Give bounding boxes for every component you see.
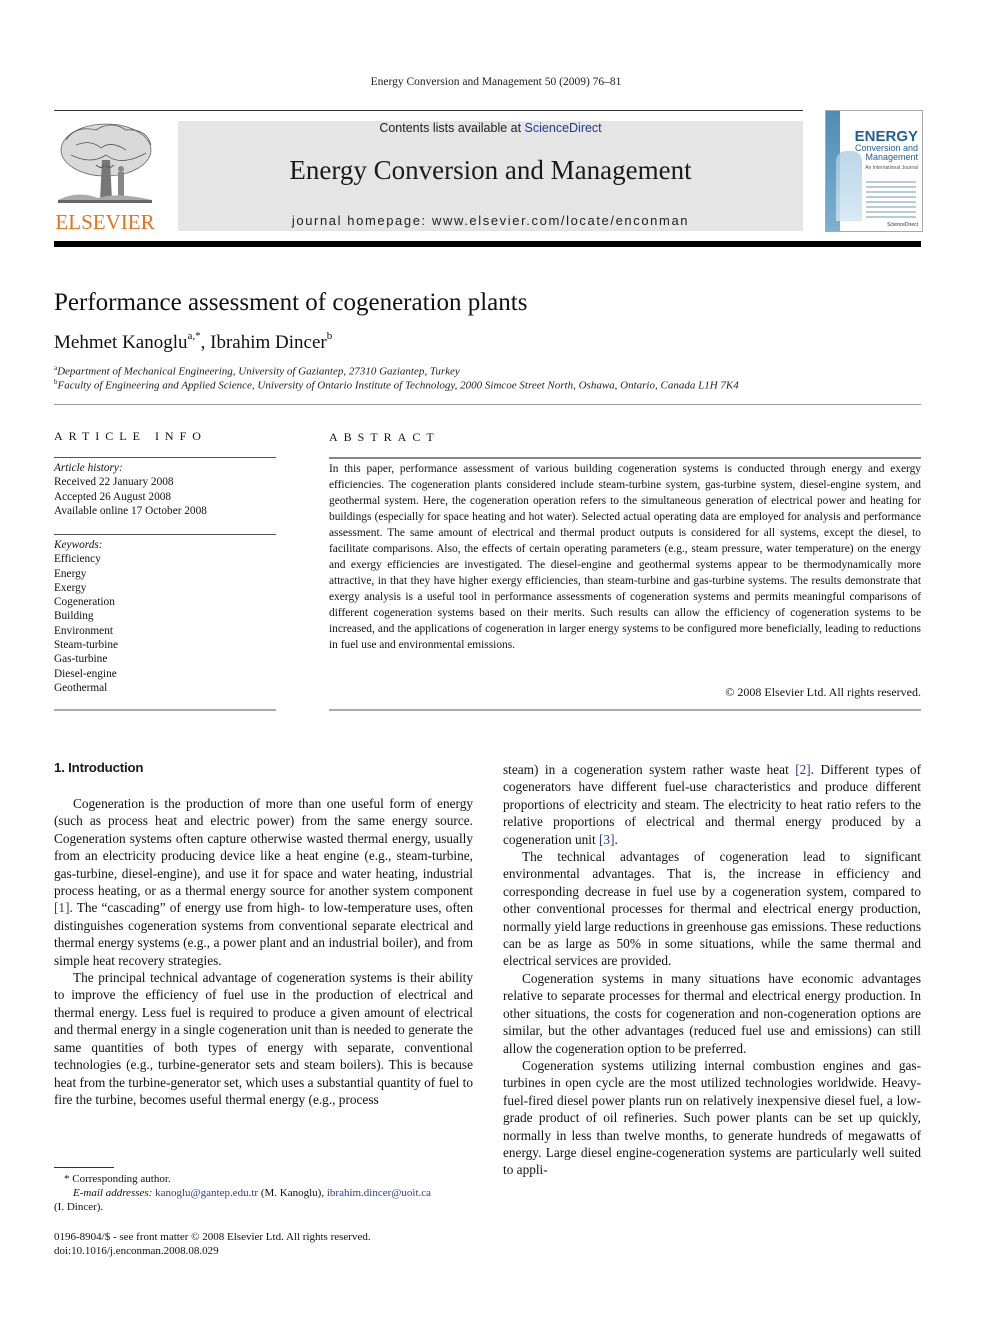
email-line: E-mail addresses: kanoglu@gantep.edu.tr … xyxy=(54,1186,474,1200)
keywords: Keywords: Efficiency Energy Exergy Cogen… xyxy=(54,538,276,695)
journal-title: Energy Conversion and Management xyxy=(289,155,692,185)
abstract-bottom-rule xyxy=(329,709,921,711)
paragraph-text: steam) in a cogeneration system rather w… xyxy=(503,762,796,777)
email-label: E-mail addresses: xyxy=(73,1187,153,1199)
abstract-heading: ABSTRACT xyxy=(329,430,440,444)
author-list: Mehmet Kanoglua,*, Ibrahim Dincerb xyxy=(54,330,333,354)
paragraph: Cogeneration systems in many situations … xyxy=(503,970,921,1056)
paragraph: Cogeneration is the production of more t… xyxy=(54,795,473,969)
cover-subtitle: An International Journal xyxy=(865,165,918,171)
running-head: Energy Conversion and Management 50 (200… xyxy=(370,76,622,88)
cover-toc-lines xyxy=(866,181,916,221)
corresponding-author-footnote: * Corresponding author. E-mail addresses… xyxy=(54,1172,474,1214)
history-label: Article history: xyxy=(54,462,123,474)
section-heading-introduction: 1. Introduction xyxy=(54,760,144,775)
email-link[interactable]: kanoglu@gantep.edu.tr xyxy=(155,1187,258,1199)
banner-thick-rule xyxy=(54,241,921,247)
paragraph: The principal technical advantage of cog… xyxy=(54,969,473,1108)
elsevier-wordmark: ELSEVIER xyxy=(55,210,155,234)
paragraph-text: The principal technical advantage of cog… xyxy=(54,970,473,1107)
keyword: Gas-turbine xyxy=(54,653,108,666)
sciencedirect-link[interactable]: ScienceDirect xyxy=(525,121,602,135)
article-history: Article history: Received 22 January 200… xyxy=(54,461,276,518)
doi-link[interactable]: doi:10.1016/j.enconman.2008.08.029 xyxy=(54,1244,474,1258)
cover-title-energy: ENERGY xyxy=(854,128,918,145)
affiliation-text: Department of Mechanical Engineering, Un… xyxy=(57,365,460,378)
abstract-rule xyxy=(329,457,921,459)
footnote-rule xyxy=(54,1167,114,1168)
article-title: Performance assessment of cogeneration p… xyxy=(54,289,528,316)
front-matter-text: 0196-8904/$ - see front matter © 2008 El… xyxy=(54,1231,371,1243)
cover-sciencedirect-badge: ScienceDirect xyxy=(887,222,918,228)
paragraph-text: . xyxy=(614,831,618,847)
keyword: Cogeneration xyxy=(54,596,115,609)
keyword: Exergy xyxy=(54,581,87,594)
history-accepted: Accepted 26 August 2008 xyxy=(54,490,172,503)
abstract-copyright: © 2008 Elsevier Ltd. All rights reserved… xyxy=(725,685,921,699)
email-owner: (I. Dincer). xyxy=(54,1201,104,1213)
keyword: Steam-turbine xyxy=(54,639,118,652)
email-owner: (M. Kanoglu), xyxy=(258,1187,327,1199)
contents-prefix: Contents lists available at xyxy=(379,121,525,135)
corresponding-author-note: * Corresponding author. xyxy=(64,1173,171,1185)
author-affiliation-mark[interactable]: b xyxy=(327,330,333,342)
article-info-heading: ARTICLE INFO xyxy=(54,429,207,443)
elsevier-logo[interactable]: ELSEVIER xyxy=(54,120,156,234)
author-name[interactable]: Mehmet Kanoglu xyxy=(54,332,188,353)
elsevier-tree-icon xyxy=(58,123,152,203)
citation-link[interactable]: [3] xyxy=(599,832,615,847)
paragraph-text: . The “cascading” of energy use from hig… xyxy=(54,900,473,968)
journal-homepage-link[interactable]: journal homepage: www.elsevier.com/locat… xyxy=(178,213,803,228)
paragraph: steam) in a cogeneration system rather w… xyxy=(503,761,921,848)
author-separator: , xyxy=(200,332,211,353)
keywords-rule xyxy=(54,534,276,535)
cover-title-line3: Management xyxy=(865,152,918,162)
body-column-left: Cogeneration is the production of more t… xyxy=(54,795,473,1108)
abstract-text: In this paper, performance assessment of… xyxy=(329,463,921,651)
cover-title-rest: Conversion and Management xyxy=(855,144,918,162)
article-info-rule xyxy=(54,457,276,458)
history-received: Received 22 January 2008 xyxy=(54,476,174,489)
keyword: Geothermal xyxy=(54,681,108,694)
affiliation-text: Faculty of Engineering and Applied Scien… xyxy=(57,379,739,392)
affiliation-a: aDepartment of Mechanical Engineering, U… xyxy=(54,364,460,378)
keyword: Building xyxy=(54,610,94,623)
affiliation-b: bFaculty of Engineering and Applied Scie… xyxy=(54,378,739,392)
contents-line: Contents lists available at ScienceDirec… xyxy=(178,121,803,135)
citation-link[interactable]: [1] xyxy=(54,900,70,915)
author-name[interactable]: Ibrahim Dincer xyxy=(210,332,327,353)
citation-link[interactable]: [2] xyxy=(795,762,811,777)
journal-banner: Contents lists available at ScienceDirec… xyxy=(178,121,803,231)
keyword: Diesel-engine xyxy=(54,667,117,680)
front-matter-footnote: 0196-8904/$ - see front matter © 2008 El… xyxy=(54,1230,474,1258)
keyword: Efficiency xyxy=(54,553,101,566)
author-affiliation-mark[interactable]: a,* xyxy=(188,330,201,342)
keywords-label: Keywords: xyxy=(54,539,103,551)
keyword: Energy xyxy=(54,567,87,580)
article-info-bottom-rule xyxy=(54,709,276,711)
header-rule xyxy=(54,110,803,111)
keyword: Environment xyxy=(54,624,113,637)
email-link[interactable]: ibrahim.dincer@uoit.ca xyxy=(327,1187,431,1199)
paragraph: Cogeneration systems utilizing internal … xyxy=(503,1057,921,1178)
body-column-right: steam) in a cogeneration system rather w… xyxy=(503,761,921,1179)
paragraph-text: Cogeneration is the production of more t… xyxy=(54,796,473,899)
affiliation-rule xyxy=(54,404,921,405)
paragraph: The technical advantages of cogeneration… xyxy=(503,849,921,969)
history-online: Available online 17 October 2008 xyxy=(54,504,207,517)
journal-cover-thumbnail[interactable]: ENERGY Conversion and Management An Inte… xyxy=(825,110,923,232)
